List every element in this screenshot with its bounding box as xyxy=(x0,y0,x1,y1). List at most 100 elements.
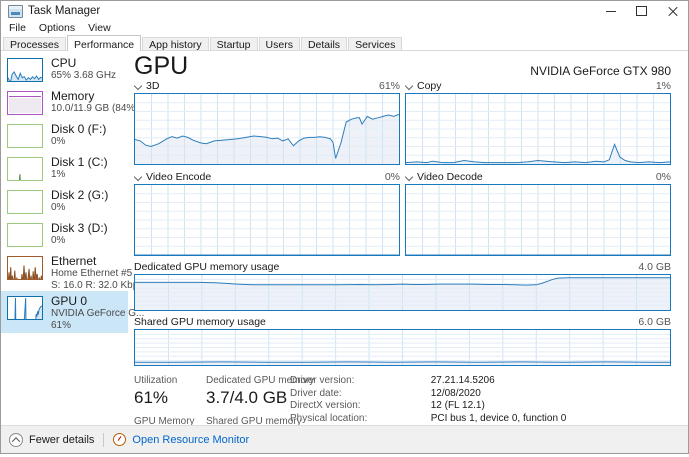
minimize-button[interactable] xyxy=(595,1,626,21)
sidebar-item-disk1[interactable]: Disk 1 (C:) 1% xyxy=(1,154,128,187)
memory-mini-chart-icon xyxy=(7,91,43,115)
sidebar-item-disk2[interactable]: Disk 2 (G:) 0% xyxy=(1,187,128,220)
sidebar-item-label: Memory xyxy=(51,90,128,103)
tab-users[interactable]: Users xyxy=(259,37,300,51)
tab-app-history[interactable]: App history xyxy=(142,37,209,51)
chart-value-video-encode: 0% xyxy=(385,171,400,183)
chart-video-encode xyxy=(134,184,400,256)
tab-details[interactable]: Details xyxy=(301,37,347,51)
gpu-name-label: NVIDIA GeForce GTX 980 xyxy=(530,64,671,79)
chevron-down-icon[interactable] xyxy=(405,82,413,90)
chart-value-video-decode: 0% xyxy=(656,171,671,183)
chart-3d xyxy=(134,93,400,165)
sidebar-item-label: Disk 3 (D:) xyxy=(51,222,108,235)
menu-options[interactable]: Options xyxy=(39,22,75,34)
ethernet-mini-chart-icon xyxy=(7,256,43,280)
resource-monitor-icon xyxy=(113,433,126,446)
stat-label: Utilization xyxy=(134,375,206,387)
maximize-icon xyxy=(636,6,647,16)
disk-mini-chart-icon xyxy=(7,124,43,148)
gpu-panel: GPU NVIDIA GeForce GTX 980 3D 61% Copy 1… xyxy=(128,51,688,425)
fewer-details-button[interactable]: Fewer details xyxy=(29,434,94,446)
stat-value-dedicated-memory: 3.7/4.0 GB xyxy=(206,388,290,408)
detail-label: Driver version: xyxy=(290,375,417,388)
chart-title-3d[interactable]: 3D xyxy=(146,80,159,92)
chart-title-video-decode[interactable]: Video Decode xyxy=(417,171,483,183)
sidebar-item-gpu0[interactable]: GPU 0 NVIDIA GeForce G... 61% xyxy=(1,291,128,333)
open-resource-monitor-link[interactable]: Open Resource Monitor xyxy=(132,434,249,446)
stat-label: Dedicated GPU memory xyxy=(206,375,290,387)
detail-label: Physical location: xyxy=(290,413,417,426)
minimize-icon xyxy=(606,11,616,12)
detail-value-driver-date: 12/08/2020 xyxy=(431,388,671,401)
sidebar-item-disk0[interactable]: Disk 0 (F:) 0% xyxy=(1,121,128,154)
sidebar-item-detail: 1% xyxy=(51,169,108,181)
sidebar-item-label: Disk 1 (C:) xyxy=(51,156,108,169)
task-manager-window: Task Manager File Options View Processes… xyxy=(0,0,689,454)
sidebar-item-cpu[interactable]: CPU 65% 3.68 GHz xyxy=(1,55,128,88)
task-manager-icon xyxy=(8,5,23,18)
disk-mini-chart-icon xyxy=(7,190,43,214)
sidebar-item-label: Disk 2 (G:) xyxy=(51,189,108,202)
chart-title-dedicated-memory: Dedicated GPU memory usage xyxy=(134,261,279,273)
disk-mini-chart-icon xyxy=(7,157,43,181)
sidebar-item-detail: 0% xyxy=(51,202,108,214)
tab-services[interactable]: Services xyxy=(348,37,402,51)
tab-performance[interactable]: Performance xyxy=(67,35,141,51)
sidebar-item-detail: S: 16.0 R: 32.0 Kbps xyxy=(51,280,128,292)
sidebar-item-detail: 10.0/11.9 GB (84%) xyxy=(51,103,128,115)
detail-label: DirectX version: xyxy=(290,400,417,413)
chart-copy xyxy=(405,93,671,165)
maximize-button[interactable] xyxy=(626,1,657,21)
menu-file[interactable]: File xyxy=(9,22,26,34)
sidebar-item-detail: NVIDIA GeForce G... xyxy=(51,308,128,320)
chart-dedicated-memory xyxy=(134,274,671,311)
sidebar-item-memory[interactable]: Memory 10.0/11.9 GB (84%) xyxy=(1,88,128,121)
window-controls xyxy=(595,1,688,21)
sidebar-item-detail: Home Ethernet #5 xyxy=(51,268,128,280)
sidebar-item-detail: 61% xyxy=(51,320,128,332)
close-button[interactable] xyxy=(657,1,688,21)
sidebar-item-label: Ethernet xyxy=(51,255,128,268)
title-bar: Task Manager xyxy=(1,1,688,21)
chart-title-shared-memory: Shared GPU memory usage xyxy=(134,316,266,328)
sidebar-item-label: GPU 0 xyxy=(51,295,128,308)
page-title: GPU xyxy=(134,53,188,79)
menu-view[interactable]: View xyxy=(88,22,111,34)
chart-max-shared-memory: 6.0 GB xyxy=(638,316,671,328)
detail-value-driver-version: 27.21.14.5206 xyxy=(431,375,671,388)
window-title: Task Manager xyxy=(28,5,100,17)
cpu-mini-chart-icon xyxy=(7,58,43,82)
gpu-mini-chart-icon xyxy=(7,296,43,320)
chevron-down-icon[interactable] xyxy=(405,173,413,181)
content-area: CPU 65% 3.68 GHz Memory 10.0/11.9 GB (84… xyxy=(1,51,688,425)
sidebar-item-label: Disk 0 (F:) xyxy=(51,123,106,136)
chart-shared-memory xyxy=(134,329,671,366)
tab-processes[interactable]: Processes xyxy=(3,37,66,51)
stat-value-utilization: 61% xyxy=(134,388,206,408)
sidebar-item-detail: 0% xyxy=(51,136,106,148)
chart-title-video-encode[interactable]: Video Encode xyxy=(146,171,211,183)
chart-video-decode xyxy=(405,184,671,256)
sidebar-item-detail: 65% 3.68 GHz xyxy=(51,70,116,82)
chevron-up-icon xyxy=(9,433,23,447)
tab-startup[interactable]: Startup xyxy=(210,37,258,51)
divider xyxy=(103,433,104,447)
sidebar-item-detail: 0% xyxy=(51,235,108,247)
sidebar-item-disk3[interactable]: Disk 3 (D:) 0% xyxy=(1,220,128,253)
detail-value-physical-location: PCI bus 1, device 0, function 0 xyxy=(431,413,671,426)
chart-title-copy[interactable]: Copy xyxy=(417,80,442,92)
disk-mini-chart-icon xyxy=(7,223,43,247)
chart-max-dedicated-memory: 4.0 GB xyxy=(638,261,671,273)
performance-sidebar: CPU 65% 3.68 GHz Memory 10.0/11.9 GB (84… xyxy=(1,51,128,425)
chevron-down-icon[interactable] xyxy=(134,82,142,90)
sidebar-item-label: CPU xyxy=(51,57,116,70)
chart-value-3d: 61% xyxy=(379,80,400,92)
detail-label: Driver date: xyxy=(290,388,417,401)
footer-bar: Fewer details Open Resource Monitor xyxy=(1,425,688,453)
detail-value-directx-version: 12 (FL 12.1) xyxy=(431,400,671,413)
chevron-down-icon[interactable] xyxy=(134,173,142,181)
sidebar-item-ethernet[interactable]: Ethernet Home Ethernet #5 S: 16.0 R: 32.… xyxy=(1,253,128,291)
tab-bar: Processes Performance App history Startu… xyxy=(1,35,688,51)
chart-value-copy: 1% xyxy=(656,80,671,92)
